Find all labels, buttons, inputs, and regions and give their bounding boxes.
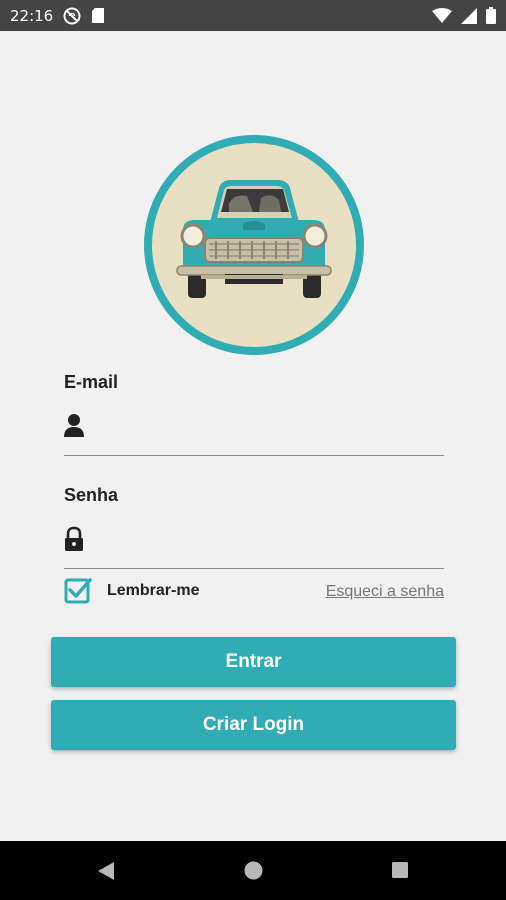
password-underline [64,568,444,569]
email-label: E-mail [64,372,119,392]
email-input[interactable] [92,410,442,440]
do-not-disturb-icon [63,7,81,25]
back-icon[interactable] [96,861,116,886]
checkmark-icon [64,578,92,604]
login-button[interactable]: Entrar [51,637,456,687]
status-bar: 22:16 [0,0,506,31]
person-icon [63,412,85,438]
wifi-icon [432,7,452,24]
battery-icon [486,7,496,24]
lock-icon [63,526,85,552]
remember-label[interactable]: Lembrar-me [107,582,199,600]
create-login-button[interactable]: Criar Login [51,700,456,750]
password-label: Senha [64,485,119,505]
remember-checkbox[interactable] [64,577,92,605]
forgot-password-link[interactable]: Esqueci a senha [326,583,444,601]
vintage-car-logo [143,134,365,356]
navigation-bar [0,841,506,900]
cellular-signal-icon [461,7,477,24]
sd-card-icon [91,7,105,24]
home-icon[interactable] [244,861,263,885]
status-time: 22:16 [10,6,54,25]
email-underline [64,455,444,456]
password-input[interactable] [92,524,442,554]
recents-icon[interactable] [391,861,409,884]
